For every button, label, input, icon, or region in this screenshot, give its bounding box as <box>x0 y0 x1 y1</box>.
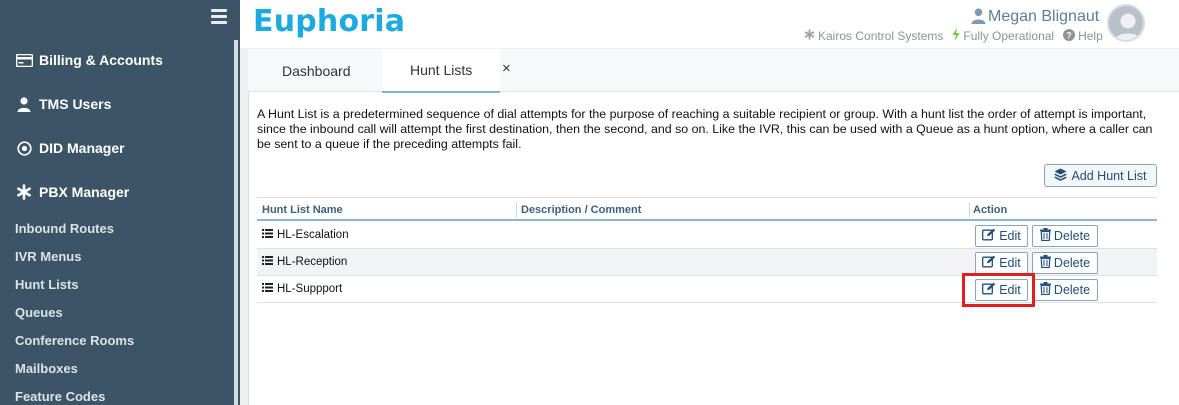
svg-text:?: ? <box>1066 30 1072 40</box>
hunt-list-name[interactable]: HL-Suppport <box>262 283 342 295</box>
hamburger-menu-icon[interactable] <box>211 9 227 25</box>
column-header-description[interactable]: Description / Comment <box>521 204 641 216</box>
add-hunt-list-button[interactable]: Add Hunt List <box>1044 164 1157 187</box>
tab-dashboard[interactable]: Dashboard <box>282 49 351 92</box>
hunt-list-name-text: HL-Suppport <box>277 283 343 295</box>
lightning-bolt-icon <box>952 28 963 44</box>
hunt-list-name[interactable]: HL-Reception <box>262 256 347 268</box>
hunt-list-name[interactable]: HL-Escalation <box>262 229 349 241</box>
sidebar-item-tms-users[interactable]: TMS Users <box>0 90 234 118</box>
sidebar-scrollbar[interactable] <box>234 40 238 405</box>
edit-icon <box>982 255 999 271</box>
company-name: Kairos Control Systems <box>818 29 944 43</box>
sidebar-subitem-inbound-routes[interactable]: Inbound Routes <box>15 221 114 236</box>
edit-label: Edit <box>999 283 1021 297</box>
question-circle-icon: ? <box>1063 28 1078 44</box>
top-header: Euphoria Megan Blignaut Kairos Control S… <box>240 0 1179 48</box>
company-status[interactable]: Kairos Control Systems <box>804 29 943 43</box>
column-divider <box>516 202 517 218</box>
column-divider <box>969 202 970 218</box>
table-row: HL-Escalation Edit Delete <box>257 222 1157 249</box>
table-row: HL-Suppport Edit Delete <box>257 276 1157 303</box>
delete-button[interactable]: Delete <box>1032 279 1098 301</box>
hunt-list-name-text: HL-Escalation <box>277 229 349 241</box>
sidebar-item-label: TMS Users <box>39 96 112 112</box>
system-status[interactable]: Fully Operational <box>952 28 1054 44</box>
edit-button[interactable]: Edit <box>975 225 1028 247</box>
sidebar-subitem-ivr-menus[interactable]: IVR Menus <box>15 249 81 264</box>
edit-button[interactable]: Edit <box>975 279 1028 301</box>
tab-close-icon[interactable]: × <box>502 60 511 77</box>
delete-label: Delete <box>1053 283 1091 297</box>
sidebar-item-billing-accounts[interactable]: Billing & Accounts <box>0 46 234 74</box>
sidebar-item-label: PBX Manager <box>39 184 130 200</box>
layers-icon <box>1054 168 1071 184</box>
app-logo[interactable]: Euphoria <box>253 4 405 39</box>
list-icon <box>262 283 277 295</box>
avatar[interactable] <box>1107 4 1145 42</box>
delete-button[interactable]: Delete <box>1032 225 1098 247</box>
table-header: Hunt List Name Description / Comment Act… <box>257 197 1157 221</box>
sidebar-item-pbx-manager[interactable]: PBX Manager <box>0 178 234 206</box>
tab-bar: Dashboard Hunt Lists <box>248 49 1179 93</box>
user-icon <box>15 95 33 113</box>
help-link[interactable]: ? Help <box>1063 28 1103 44</box>
trash-icon <box>1039 255 1054 271</box>
system-status-text: Fully Operational <box>963 29 1055 43</box>
trash-icon <box>1039 228 1054 244</box>
list-icon <box>262 229 277 241</box>
tab-label: Hunt Lists <box>410 62 473 78</box>
page-description: A Hunt List is a predetermined sequence … <box>257 107 1153 151</box>
user-name[interactable]: Megan Blignaut <box>988 8 1099 26</box>
user-icon <box>971 8 986 29</box>
sidebar-item-did-manager[interactable]: DID Manager <box>0 134 234 162</box>
column-header-action: Action <box>973 204 1008 216</box>
column-header-name[interactable]: Hunt List Name <box>262 204 343 216</box>
dot-circle-icon <box>15 139 33 157</box>
sidebar-subitem-mailboxes[interactable]: Mailboxes <box>15 361 78 376</box>
list-icon <box>262 256 277 268</box>
add-hunt-list-label: Add Hunt List <box>1071 168 1147 183</box>
sidebar-subitem-conference-rooms[interactable]: Conference Rooms <box>15 333 134 348</box>
asterisk-icon <box>804 29 818 43</box>
status-line: Kairos Control Systems Fully Operational… <box>804 28 1112 44</box>
trash-icon <box>1039 282 1054 298</box>
hunt-list-name-text: HL-Reception <box>277 256 348 268</box>
sidebar-item-label: Billing & Accounts <box>39 52 163 68</box>
edit-icon <box>982 282 999 298</box>
delete-button[interactable]: Delete <box>1032 252 1098 274</box>
sidebar-subitem-hunt-lists[interactable]: Hunt Lists <box>15 277 79 292</box>
delete-label: Delete <box>1053 256 1091 270</box>
table-row: HL-Reception Edit Delete <box>257 249 1157 276</box>
asterisk-icon <box>15 183 33 201</box>
edit-label: Edit <box>999 256 1021 270</box>
edit-icon <box>982 228 999 244</box>
edit-button[interactable]: Edit <box>975 252 1028 274</box>
billing-card-icon <box>15 51 33 69</box>
edit-label: Edit <box>999 229 1021 243</box>
help-label: Help <box>1078 29 1103 43</box>
sidebar-subitem-queues[interactable]: Queues <box>15 305 63 320</box>
sidebar-item-label: DID Manager <box>39 140 125 156</box>
sidebar-subitem-feature-codes[interactable]: Feature Codes <box>15 389 105 404</box>
delete-label: Delete <box>1053 229 1091 243</box>
tab-hunt-lists[interactable]: Hunt Lists <box>382 49 501 93</box>
